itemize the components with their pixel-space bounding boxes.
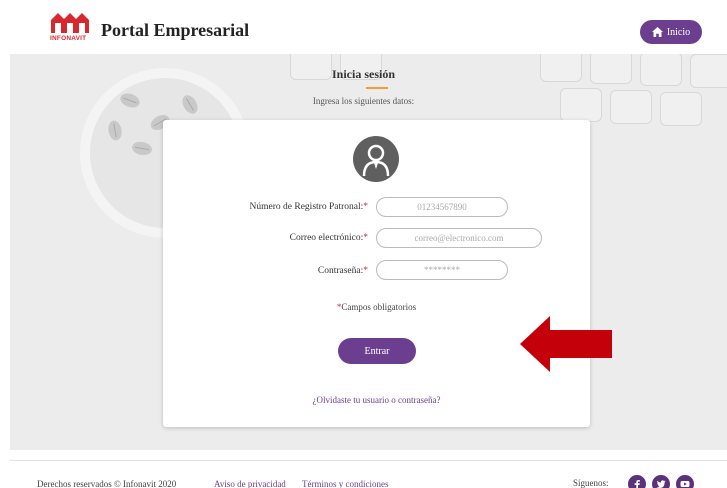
logo-text: INFONAVIT [50,35,87,42]
follow-label: Síguenos: [573,478,609,488]
privacy-link[interactable]: Aviso de privacidad [214,479,286,488]
terms-link[interactable]: Términos y condiciones [302,479,388,488]
email-input[interactable] [376,228,542,248]
signin-subtitle: Ingresa los siguientes datos: [312,96,415,106]
login-card: Número de Registro Patronal:* Correo ele… [163,120,590,427]
password-label: Contraseña:* [317,266,368,276]
home-icon [651,27,663,37]
forgot-password-link[interactable]: ¿Olvidaste tu usuario o contraseña? [163,395,590,405]
copyright-text: Derechos reservados © Infonavit 2020 [37,479,177,488]
registro-patronal-input[interactable] [376,197,508,217]
infonavit-logo[interactable]: INFONAVIT [50,12,90,46]
twitter-icon[interactable] [652,475,670,488]
submit-button[interactable]: Entrar [338,338,416,364]
houses-logo-icon [51,13,89,33]
home-button-label: Inicio [666,26,691,38]
facebook-icon[interactable] [628,475,646,488]
page-brand-title: Portal Empresarial [101,20,250,40]
registro-patronal-label: Número de Registro Patronal:* [249,202,368,212]
user-avatar-icon [353,136,399,182]
signin-title: Inicia sesión [331,67,395,81]
title-underline [366,87,388,89]
header: INFONAVIT Portal Empresarial Inicio [0,0,727,54]
required-fields-note: *Campos obligatorios [336,302,417,312]
home-button[interactable]: Inicio [640,20,702,44]
password-input[interactable] [376,260,508,280]
footer: Derechos reservados © Infonavit 2020 Avi… [10,460,727,488]
red-arrow-icon [520,316,612,372]
youtube-icon[interactable] [676,475,694,488]
email-label: Correo electrónico:* [289,233,368,243]
